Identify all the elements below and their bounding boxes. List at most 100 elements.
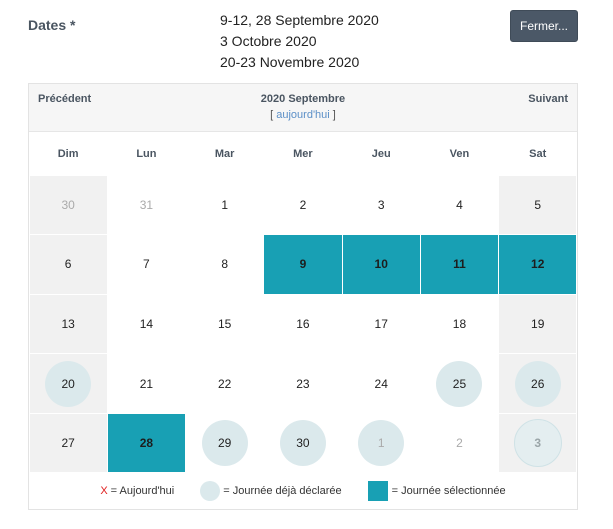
calendar-day-cell[interactable]: 30 — [29, 175, 107, 235]
calendar-week-row: 30 31 1 2 3 4 5 — [29, 175, 577, 235]
day-number: 22 — [217, 376, 232, 391]
day-number: 5 — [534, 197, 542, 212]
weekday-label: Ven — [449, 148, 470, 160]
calendar-day-cell[interactable]: 29 — [186, 414, 263, 473]
weekday-label: Sat — [529, 148, 547, 160]
bracket-open: [ — [270, 109, 274, 121]
day-number: 4 — [456, 197, 463, 212]
selected-day-swatch — [367, 481, 388, 501]
calendar-header: Précédent 2020 Septembre [ aujourd'hui ]… — [29, 84, 577, 132]
calendar-week-row: 20 21 22 23 24 25 26 — [29, 354, 577, 414]
day-number: 21 — [139, 376, 154, 391]
day-number: 26 — [531, 376, 545, 391]
day-number: 17 — [374, 316, 388, 331]
weekday-label: Jeu — [371, 148, 391, 160]
day-number: 9 — [299, 257, 307, 272]
calendar-day-cell[interactable]: 26 — [499, 354, 577, 413]
day-number: 30 — [296, 436, 310, 451]
calendar-day-cell[interactable]: 25 — [421, 354, 498, 413]
day-number: 11 — [453, 257, 466, 272]
calendar-day-cell[interactable]: 18 — [421, 295, 498, 354]
legend-selected-label: = Journée sélectionnée — [391, 485, 506, 497]
next-month-button[interactable]: Suivant — [528, 93, 568, 105]
calendar-day-cell[interactable]: 31 — [108, 176, 185, 235]
calendar-day-cell[interactable]: 30 — [264, 414, 341, 473]
today-mark: X — [100, 485, 108, 497]
legend-today-label: = Aujourd'hui — [110, 485, 175, 497]
day-number: 27 — [61, 436, 75, 451]
summary-line: 9-12, 28 Septembre 2020 — [220, 12, 379, 28]
calendar-day-cell[interactable]: 3 — [499, 413, 577, 473]
day-number: 23 — [296, 376, 310, 391]
month-title: 2020 Septembre — [260, 93, 346, 105]
calendar-week-row: 27 28 29 30 1 2 3 — [29, 413, 577, 473]
day-number: 20 — [61, 376, 75, 391]
day-number: 19 — [531, 316, 545, 331]
calendar-day-cell[interactable]: 6 — [29, 235, 107, 294]
weekday-header-row: Dim Lun Mar Mer Jeu Ven Sat — [29, 133, 577, 175]
calendar-day-cell[interactable]: 13 — [29, 294, 107, 354]
calendar-week-row: 13 14 15 16 17 18 19 — [29, 294, 577, 354]
day-number: 1 — [377, 436, 385, 451]
calendar-day-cell[interactable]: 28 — [107, 413, 186, 473]
day-number: 3 — [534, 436, 542, 451]
summary-line: 3 Octobre 2020 — [220, 33, 317, 49]
calendar-day-cell[interactable]: 4 — [421, 176, 498, 235]
day-number: 30 — [61, 197, 75, 212]
calendar-day-cell[interactable]: 27 — [29, 413, 107, 473]
calendar-day-cell[interactable]: 9 — [264, 235, 342, 294]
calendar-day-cell[interactable]: 22 — [186, 354, 263, 413]
calendar-day-cell[interactable]: 1 — [343, 414, 420, 473]
calendar-day-cell[interactable]: 19 — [499, 294, 577, 354]
day-number: 15 — [217, 316, 232, 331]
calendar-day-cell[interactable]: 8 — [186, 235, 263, 294]
calendar-grid: Dim Lun Mar Mer Jeu Ven Sat 30 31 1 2 3 4 5 6 7 8… — [29, 133, 577, 473]
close-button[interactable]: Fermer... — [510, 10, 578, 42]
calendar-day-cell[interactable]: 5 — [499, 175, 577, 235]
calendar-day-cell[interactable]: 14 — [108, 295, 185, 354]
day-number: 12 — [531, 257, 545, 272]
day-number: 2 — [456, 436, 463, 451]
day-number: 16 — [296, 316, 310, 331]
day-number: 3 — [377, 197, 385, 212]
calendar-day-cell[interactable]: 23 — [264, 354, 341, 413]
today-link-wrapper: [ aujourd'hui ] — [29, 109, 577, 121]
day-number: 7 — [143, 257, 150, 272]
calendar-day-cell[interactable]: 3 — [343, 176, 420, 235]
calendar-day-cell[interactable]: 2 — [264, 176, 341, 235]
dates-field-label: Dates * — [28, 17, 76, 33]
summary-line: 20-23 Novembre 2020 — [220, 54, 360, 70]
day-number: 18 — [452, 316, 467, 331]
calendar-day-cell[interactable]: 7 — [108, 235, 185, 294]
declared-day-swatch — [200, 481, 221, 501]
weekday-label: Lun — [136, 148, 157, 160]
day-number: 31 — [139, 197, 154, 212]
calendar-day-cell[interactable]: 24 — [343, 354, 420, 413]
calendar-day-cell[interactable]: 16 — [264, 295, 341, 354]
day-number: 28 — [139, 436, 154, 451]
calendar-day-cell[interactable]: 12 — [499, 235, 577, 294]
day-number: 2 — [299, 197, 307, 212]
weeks-container: 30 31 1 2 3 4 5 6 7 8 9 10 11 12 13 14 15 16 17 18 19 20 21 22 2… — [29, 175, 577, 473]
calendar-day-cell[interactable]: 10 — [342, 235, 420, 294]
calendar-day-cell[interactable]: 2 — [421, 414, 498, 473]
day-number: 6 — [64, 257, 72, 272]
day-number: 25 — [452, 376, 467, 391]
calendar-day-cell[interactable]: 15 — [186, 295, 263, 354]
weekday-label: Dim — [57, 148, 79, 160]
today-link[interactable]: aujourd'hui — [276, 109, 329, 121]
calendar-day-cell[interactable]: 17 — [343, 295, 420, 354]
selected-dates-summary: 9-12, 28 Septembre 2020 3 Octobre 2020 2… — [220, 10, 379, 73]
calendar-legend: X = Aujourd'hui = Journée déjà déclarée … — [29, 472, 577, 510]
calendar-week-row: 6 7 8 9 10 11 12 — [29, 235, 577, 295]
calendar-day-cell[interactable]: 20 — [29, 354, 107, 413]
calendar-day-cell[interactable]: 1 — [186, 176, 263, 235]
calendar-day-cell[interactable]: 11 — [420, 235, 499, 294]
calendar-day-cell[interactable]: 21 — [108, 354, 185, 413]
day-number: 29 — [217, 436, 232, 451]
weekday-label: Mer — [293, 148, 313, 160]
day-number: 8 — [221, 257, 228, 272]
day-number: 13 — [61, 316, 75, 331]
bracket-close: ] — [332, 109, 336, 121]
day-number: 1 — [221, 197, 228, 212]
